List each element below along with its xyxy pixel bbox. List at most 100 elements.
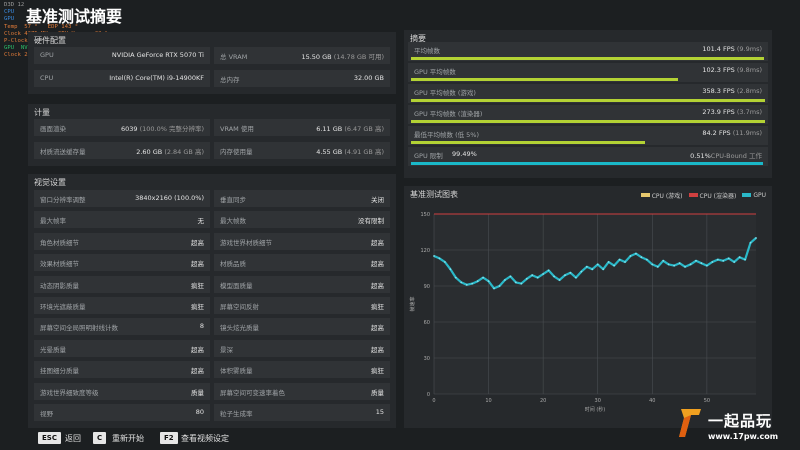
setting-label: 光晕质量 (40, 345, 66, 354)
setting-value-main: 超高 (371, 260, 384, 269)
legend-item: CPU (渲染器) (688, 190, 736, 200)
page-title: 基准测试摘要 (26, 7, 123, 26)
metrics-panel: 计量 画面渲染 6039 (100.0% 完整分辨率) VRAM 使用 6.11 GB… (28, 104, 396, 166)
restart-label[interactable]: 重新开始 (112, 433, 144, 444)
summary-value-sub: (11.9ms) (732, 129, 762, 137)
y-axis-label: 帧速率 (409, 296, 416, 311)
cpu-bound-label: CPU-Bound 工作 (710, 152, 762, 160)
setting-label: 画面渲染 (40, 125, 66, 133)
gpu-point (564, 274, 566, 277)
gpu-point (438, 257, 441, 260)
gpu-point (667, 263, 670, 266)
gpu-point (705, 264, 708, 267)
setting-row: 效果材质细节 超高 (34, 254, 210, 272)
y-tick-label: 30 (424, 356, 430, 362)
gpu-point (700, 262, 703, 265)
setting-value: 质量 (371, 387, 384, 397)
gpu-point (738, 256, 741, 259)
esc-label[interactable]: 返回 (65, 433, 81, 444)
gpu-point (689, 263, 692, 266)
setting-label: 镜头炫光质量 (220, 324, 259, 333)
summary-value-main: 273.9 FPS (702, 108, 735, 116)
gpu-point (722, 259, 725, 262)
y-tick-label: 60 (424, 320, 430, 326)
cpu-bound-percent: 0.51% (690, 152, 711, 160)
setting-value: 15.50 GB (14.78 GB 可用) (301, 51, 384, 61)
gpu-point (509, 275, 512, 278)
setting-row: GPU NVIDIA GeForce RTX 5070 Ti (34, 47, 210, 64)
setting-value-main: 6.11 GB (316, 125, 343, 133)
setting-row: 动态阴影质量 疯狂 (34, 275, 210, 293)
setting-value-main: 2.60 GB (136, 148, 163, 156)
c-key[interactable]: C (93, 432, 107, 444)
gpu-point (744, 258, 746, 261)
gpu-point (482, 276, 485, 279)
gpu-point (716, 258, 719, 261)
setting-value: 超高 (371, 258, 384, 268)
setting-row: 屏幕空间反射 疯狂 (214, 297, 390, 314)
setting-value-main: 4.55 GB (316, 148, 343, 156)
visual-settings-title: 视觉设置 (34, 178, 66, 187)
summary-bar (411, 57, 765, 60)
summary-value: 102.3 FPS (9.8ms) (702, 66, 762, 74)
setting-value: 超高 (371, 344, 384, 354)
setting-value-main: 超高 (371, 281, 384, 290)
setting-row: 光晕质量 超高 (34, 339, 210, 357)
setting-value: 6039 (100.0% 完整分辨率) (121, 123, 204, 133)
summary-label: GPU 平均帧数 (游戏) (414, 89, 476, 97)
summary-bar (411, 78, 679, 81)
cpu-bound-value: 0.51%CPU-Bound 工作 (690, 150, 762, 160)
gpu-point (673, 264, 676, 267)
gpu-point (695, 259, 697, 262)
video-settings-label[interactable]: 查看视频设定 (181, 433, 229, 444)
setting-value-main: Intel(R) Core(TM) i9-14900KF (109, 74, 204, 82)
setting-label: 视野 (40, 410, 53, 418)
setting-row: 最大帧数 没有限制 (214, 211, 390, 229)
summary-value-sub: (3.7ms) (736, 108, 762, 116)
setting-label: GPU (40, 51, 54, 59)
summary-value-sub: (2.8ms) (736, 87, 762, 95)
setting-label: 体积雾质量 (220, 367, 253, 376)
gpu-point (553, 275, 555, 278)
setting-value: 疯狂 (191, 301, 204, 311)
setting-row: 游戏世界材质细节 超高 (214, 232, 390, 250)
x-tick-label: 40 (649, 398, 655, 404)
setting-value-main: 超高 (191, 367, 204, 376)
setting-row: 总内存 32.00 GB (214, 70, 390, 87)
summary-row: GPU 平均帧数 (渲染器) 273.9 FPS (3.7ms) (408, 105, 768, 124)
summary-value-sub: (9.8ms) (736, 66, 762, 74)
y-tick-label: 150 (420, 212, 430, 218)
setting-value: 超高 (371, 322, 384, 332)
y-tick-label: 90 (424, 284, 430, 290)
setting-value-main: 超高 (371, 345, 384, 354)
setting-value: 关闭 (371, 194, 384, 204)
x-tick-label: 20 (540, 398, 546, 404)
setting-label: 游戏世界细致度等级 (40, 388, 99, 397)
setting-row: 垂直同步 关闭 (214, 190, 390, 207)
summary-row: GPU 平均帧数 102.3 FPS (9.8ms) (408, 63, 768, 82)
setting-value: 超高 (191, 344, 204, 354)
metrics-title: 计量 (34, 108, 50, 117)
gpu-point (624, 261, 626, 263)
setting-value-main: 超高 (191, 345, 204, 354)
setting-value-main: 关闭 (371, 196, 384, 204)
gpu-point (465, 283, 468, 286)
setting-row: 屏幕空间可变速率着色 质量 (214, 382, 390, 400)
setting-value-main: 超高 (371, 238, 384, 247)
gpu-point (525, 277, 528, 280)
watermark-url: www.17pw.com (708, 432, 779, 441)
esc-key[interactable]: ESC (38, 432, 61, 444)
legend-swatch (688, 193, 698, 197)
gpu-point (727, 257, 730, 260)
setting-value: 无 (198, 215, 205, 225)
setting-value-main: 超高 (191, 260, 204, 269)
gpu-point (684, 265, 686, 268)
setting-label: 屏幕空间反射 (220, 303, 259, 311)
gpu-point (711, 261, 714, 263)
gpu-point (629, 255, 632, 257)
summary-bar (411, 99, 765, 102)
setting-value-sub: (14.78 GB 可用) (333, 53, 384, 61)
legend-item: CPU (游戏) (640, 190, 683, 200)
f2-key[interactable]: F2 (160, 432, 178, 444)
gpu-point (460, 281, 463, 284)
